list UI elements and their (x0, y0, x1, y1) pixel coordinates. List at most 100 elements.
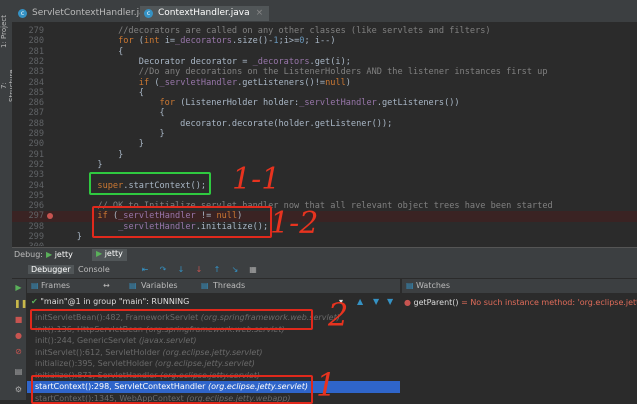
code-line[interactable]: 279 //decorators are called on any other… (12, 26, 637, 36)
watches-icon: ▤ (406, 281, 414, 290)
code-token: _servletHandler (160, 78, 238, 88)
code-token: Decorator decorator = (56, 57, 253, 67)
structure-tool-tab[interactable]: 7: Structure (0, 66, 12, 106)
thread-icon: ✔ (31, 297, 38, 306)
resume-icon[interactable]: ▶ (14, 283, 23, 292)
debug-session-tab-1[interactable]: ▶ jetty (46, 250, 73, 259)
frame-package: (org.eclipse.jetty.servlet) (155, 359, 255, 368)
frames-icon: ▤ (31, 281, 39, 290)
layout-icon[interactable]: ▤ (14, 367, 23, 376)
annotation-box-init-servlet-bean (30, 309, 313, 330)
code-token: .size()- (232, 36, 273, 46)
code-token: } (56, 232, 82, 242)
code-token: } (56, 150, 123, 160)
breakpoint-icon[interactable] (47, 213, 53, 219)
line-number: 298 (16, 222, 44, 232)
code-token: .getListeners()) (377, 98, 460, 108)
line-number: 294 (16, 181, 44, 191)
frames-header: ▤ Frames ↔ ▤ Variables ▤ Threads (27, 279, 400, 294)
frame-package: (org.eclipse.jetty.servlet) (163, 348, 263, 357)
code-token: } (56, 129, 165, 139)
code-token: ) (346, 78, 351, 88)
line-number: 293 (16, 170, 44, 180)
show-execution-point-icon[interactable]: ⇤ (140, 265, 150, 275)
line-number: 299 (16, 232, 44, 242)
debug-actions-strip: ▶ ❚❚ ■ ● ⊘ ▤ ⚙ (12, 279, 27, 400)
code-line[interactable]: 289 } (12, 129, 637, 139)
code-line[interactable]: 291 } (12, 150, 637, 160)
code-token: //decorators are called on any other cla… (56, 26, 491, 36)
line-number: 295 (16, 191, 44, 201)
code-text: decorator.decorate(holder.getListener())… (56, 119, 392, 129)
tab-context-handler[interactable]: c ContextHandler.java× (140, 6, 269, 21)
code-token: for (118, 36, 134, 46)
debug-session-tab-2[interactable]: ▶ jetty (92, 249, 127, 261)
code-token: { (56, 108, 165, 118)
previous-frame-icon[interactable]: ▲ (357, 297, 363, 306)
code-text: if (_servletHandler.getListeners()!=null… (56, 78, 351, 88)
annotation-label-1-1: 1-1 (232, 162, 280, 197)
console-tab[interactable]: Console (78, 265, 110, 274)
code-line[interactable]: 290 } (12, 139, 637, 149)
code-line[interactable]: 286 for (ListenerHolder holder:_servletH… (12, 98, 637, 108)
force-step-into-icon[interactable]: ↓ (194, 265, 204, 275)
code-text: } (56, 139, 144, 149)
code-line[interactable]: 280 for (int i=_decorators.size()-1;i>=0… (12, 36, 637, 46)
step-out-icon[interactable]: ↑ (212, 265, 222, 275)
line-number: 285 (16, 88, 44, 98)
code-token: for (159, 98, 175, 108)
mute-breakpoints-icon[interactable]: ⊘ (14, 347, 23, 356)
watches-header: ▤ Watches (401, 279, 637, 294)
variables-label[interactable]: Variables (141, 281, 178, 290)
pause-icon[interactable]: ❚❚ (14, 299, 23, 308)
code-line[interactable]: 285 { (12, 88, 637, 98)
code-token: { (56, 88, 144, 98)
close-tab-icon[interactable]: × (256, 8, 264, 18)
annotation-box-super-start-context (89, 172, 211, 195)
error-icon: ● (404, 298, 411, 307)
code-token: if (139, 78, 149, 88)
line-number: 284 (16, 78, 44, 88)
code-line[interactable]: 288 decorator.decorate(holder.getListene… (12, 119, 637, 129)
run-to-cursor-icon[interactable]: ↘ (230, 265, 240, 275)
thread-selector[interactable]: ✔ "main"@1 in group "main": RUNNING (31, 296, 331, 308)
code-line[interactable]: 283 //Do any decorations on the Listener… (12, 67, 637, 77)
variables-pin-icon[interactable]: ↔ (103, 281, 110, 290)
watches-label[interactable]: Watches (416, 281, 450, 290)
code-line[interactable]: 300 (12, 242, 637, 246)
code-line[interactable]: 287 { (12, 108, 637, 118)
debug-title: Debug: (14, 250, 43, 259)
step-over-icon[interactable]: ↷ (158, 265, 168, 275)
code-line[interactable]: 282 Decorator decorator = _decorators.ge… (12, 57, 637, 67)
threads-label[interactable]: Threads (213, 281, 245, 290)
line-number: 279 (16, 26, 44, 36)
stop-icon[interactable]: ■ (14, 315, 23, 324)
next-frame-icon[interactable]: ▼ (373, 297, 379, 306)
debugger-tab[interactable]: Debugger (28, 265, 74, 274)
frame-row[interactable]: init():244, GenericServlet (javax.servle… (35, 335, 395, 347)
line-number: 292 (16, 160, 44, 170)
code-line[interactable]: 284 if (_servletHandler.getListeners()!=… (12, 78, 637, 88)
evaluate-expression-icon[interactable]: ▦ (248, 265, 258, 275)
settings-icon[interactable]: ⚙ (14, 385, 23, 394)
code-token: .getListeners()!= (237, 78, 325, 88)
frame-row[interactable]: initialize():395, ServletHolder (org.ecl… (35, 358, 395, 370)
code-token (56, 98, 159, 108)
watch-row[interactable]: ● getParent() = No such instance method:… (404, 297, 637, 308)
code-line[interactable]: 281 { (12, 47, 637, 57)
filter-frames-icon[interactable]: ▼ (387, 297, 393, 306)
code-line[interactable]: 292 } (12, 160, 637, 170)
code-text: { (56, 108, 165, 118)
code-text: { (56, 47, 123, 57)
project-tool-tab[interactable]: 1: Project (0, 12, 12, 52)
code-text: } (56, 150, 123, 160)
threads-icon: ▤ (201, 281, 209, 290)
code-token: .get(i); (310, 57, 351, 67)
annotation-label-1-2: 1-2 (270, 206, 318, 241)
view-breakpoints-icon[interactable]: ● (14, 331, 23, 340)
step-into-icon[interactable]: ↓ (176, 265, 186, 275)
line-number: 297 (16, 211, 44, 221)
frame-row[interactable]: initServlet():612, ServletHolder (org.ec… (35, 347, 395, 359)
frames-label[interactable]: Frames (41, 281, 70, 290)
code-token: (ListenerHolder holder: (175, 98, 299, 108)
